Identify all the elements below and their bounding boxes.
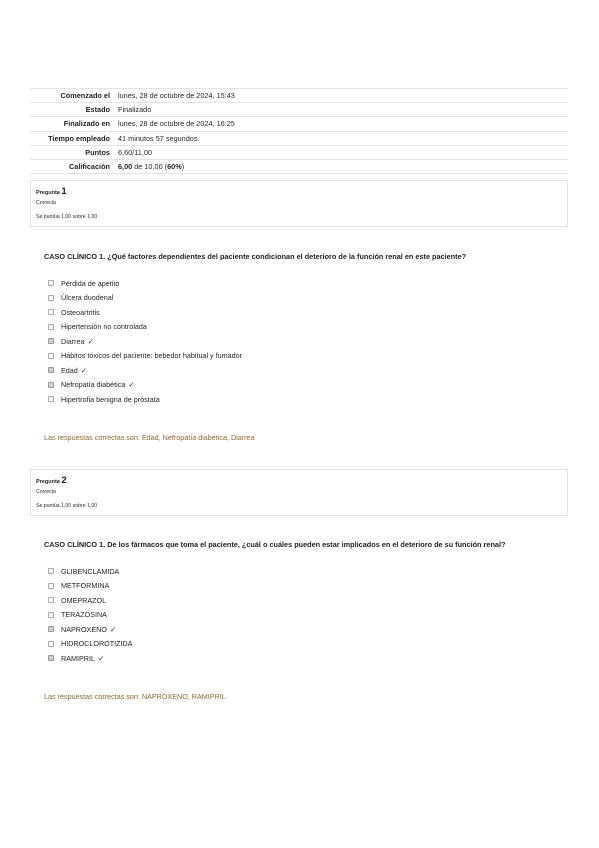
summary-label: Tiempo empleado bbox=[48, 133, 110, 143]
answer-checkbox[interactable] bbox=[48, 611, 54, 618]
summary-row-time-taken: Tiempo empleado 41 minutos 57 segundos bbox=[30, 131, 568, 145]
grade-close: ) bbox=[181, 162, 185, 172]
question-info-2: Pregunta 2 Correcta Se puntúa 1,00 sobre… bbox=[30, 469, 568, 516]
answer-checkbox[interactable] bbox=[48, 396, 54, 403]
summary-value: Finalizado bbox=[118, 105, 152, 115]
answer-label: GLIBENCLAMIDA bbox=[61, 566, 120, 576]
summary-value: lunes, 28 de octubre de 2024, 15:43 bbox=[118, 91, 235, 101]
answer-option: TERAZOSINA bbox=[48, 608, 132, 623]
answer-option: NAPROXENO ✓ bbox=[48, 622, 132, 637]
summary-value: 41 minutos 57 segundos bbox=[118, 133, 198, 143]
summary-value: 6,60/11,00 bbox=[118, 147, 152, 157]
answer-option: METFORMINA bbox=[48, 579, 132, 594]
answer-label: Hipertrofia benigna de próstata bbox=[61, 394, 160, 404]
summary-label: Finalizado en bbox=[63, 119, 110, 129]
answer-checkbox[interactable] bbox=[48, 640, 54, 647]
answer-label: HIDROCLOROTIZIDA bbox=[61, 639, 133, 649]
answer-checkbox[interactable] bbox=[48, 323, 54, 330]
summary-row-state: Estado Finalizado bbox=[30, 102, 568, 117]
grade-score: 6,00 bbox=[118, 162, 133, 172]
answer-checkbox-checked[interactable] bbox=[48, 381, 54, 388]
summary-label: Calificación bbox=[69, 162, 110, 172]
question-grade: Se puntúa 1,00 sobre 1,00 bbox=[36, 214, 98, 220]
answer-checkbox[interactable] bbox=[48, 280, 54, 287]
question-state: Correcta bbox=[36, 200, 56, 206]
summary-value: lunes, 28 de octubre de 2024, 16:25 bbox=[118, 119, 235, 129]
summary-label: Estado bbox=[85, 105, 110, 115]
answer-label: Úlcera duodenal bbox=[61, 293, 114, 303]
answer-checkbox-checked[interactable] bbox=[48, 367, 54, 374]
answer-option: OMEPRAZOL bbox=[48, 593, 132, 608]
answer-option: Hábitos tóxicos del paciente: bebedor ha… bbox=[48, 349, 242, 364]
right-answer-feedback-2: Las respuestas correctas son: NAPROXENO,… bbox=[44, 692, 226, 701]
answer-option: Nefropatía diabética ✓ bbox=[48, 378, 242, 393]
answer-label: Diarrea bbox=[61, 336, 85, 346]
answer-option: Diarrea ✓ bbox=[48, 334, 242, 349]
answer-label: Nefropatía diabética bbox=[61, 380, 126, 390]
attempt-summary-table: Comenzado el lunes, 28 de octubre de 202… bbox=[30, 88, 568, 174]
answer-label: RAMIPRIL bbox=[61, 653, 95, 663]
answer-list-2: GLIBENCLAMIDA METFORMINA OMEPRAZOL TERAZ… bbox=[48, 564, 132, 666]
right-answer-feedback-1: Las respuestas correctas son: Edad, Nefr… bbox=[44, 433, 255, 442]
answer-checkbox[interactable] bbox=[48, 568, 54, 575]
answer-option: Úlcera duodenal bbox=[48, 291, 242, 306]
grade-of: de 10,00 ( bbox=[134, 162, 168, 172]
question-label: Pregunta bbox=[36, 190, 60, 196]
answer-option: Osteoartritis bbox=[48, 305, 242, 320]
question-grade: Se puntúa 1,00 sobre 1,00 bbox=[36, 503, 98, 509]
answer-checkbox[interactable] bbox=[48, 294, 54, 301]
answer-option: GLIBENCLAMIDA bbox=[48, 564, 132, 579]
question-number: Pregunta 1 bbox=[36, 186, 67, 197]
summary-value: 6,00 de 10,00 (60%) bbox=[116, 159, 568, 173]
answer-checkbox[interactable] bbox=[48, 309, 54, 316]
answer-label: Hábitos tóxicos del paciente: bebedor ha… bbox=[61, 351, 242, 361]
answer-list-1: Pérdida de apetito Úlcera duodenal Osteo… bbox=[48, 276, 242, 407]
grade-percent: 60% bbox=[167, 162, 182, 172]
answer-checkbox-checked[interactable] bbox=[48, 338, 54, 345]
check-icon: ✓ bbox=[87, 336, 94, 346]
answer-option: HIDROCLOROTIZIDA bbox=[48, 637, 132, 652]
summary-row-grade: Calificación 6,00 de 10,00 (60%) bbox=[30, 159, 568, 174]
answer-label: NAPROXENO bbox=[61, 624, 107, 634]
answer-checkbox[interactable] bbox=[48, 352, 54, 359]
question-state: Correcta bbox=[36, 489, 56, 495]
summary-label: Comenzado el bbox=[60, 91, 110, 101]
check-icon: ✓ bbox=[128, 380, 135, 390]
answer-option: Hipertensión no controlada bbox=[48, 320, 242, 335]
question-info-1: Pregunta 1 Correcta Se puntúa 1,00 sobre… bbox=[30, 180, 568, 227]
check-icon: ✓ bbox=[80, 365, 88, 375]
check-icon: ✓ bbox=[109, 624, 117, 634]
answer-label: Hipertensión no controlada bbox=[61, 322, 147, 332]
answer-checkbox-checked[interactable] bbox=[48, 626, 54, 633]
answer-label: Edad bbox=[61, 365, 78, 375]
answer-label: Osteoartritis bbox=[61, 307, 100, 317]
answer-label: METFORMINA bbox=[61, 581, 110, 591]
question-number-value: 2 bbox=[61, 475, 67, 486]
answer-label: Pérdida de apetito bbox=[61, 278, 120, 288]
check-icon: ✓ bbox=[97, 653, 105, 663]
answer-option: Edad ✓ bbox=[48, 363, 242, 378]
answer-option: Hipertrofia benigna de próstata bbox=[48, 392, 242, 407]
answer-checkbox[interactable] bbox=[48, 582, 54, 589]
answer-option: Pérdida de apetito bbox=[48, 276, 242, 291]
question-label: Pregunta bbox=[36, 479, 60, 485]
question-number: Pregunta 2 bbox=[36, 475, 67, 486]
answer-label: OMEPRAZOL bbox=[61, 595, 107, 605]
answer-option: RAMIPRIL ✓ bbox=[48, 651, 132, 666]
answer-checkbox-checked[interactable] bbox=[48, 655, 54, 662]
question-text-2: CASO CLÍNICO 1. De los fármacos que toma… bbox=[44, 540, 506, 549]
summary-row-completed: Finalizado en lunes, 28 de octubre de 20… bbox=[30, 116, 568, 131]
summary-row-marks: Puntos 6,60/11,00 bbox=[30, 145, 568, 159]
question-number-value: 1 bbox=[61, 186, 67, 197]
question-text-1: CASO CLÍNICO 1. ¿Qué factores dependient… bbox=[44, 252, 467, 261]
summary-row-started: Comenzado el lunes, 28 de octubre de 202… bbox=[30, 88, 568, 103]
answer-label: TERAZOSINA bbox=[61, 610, 107, 620]
summary-label: Puntos bbox=[85, 147, 110, 157]
answer-checkbox[interactable] bbox=[48, 597, 54, 604]
